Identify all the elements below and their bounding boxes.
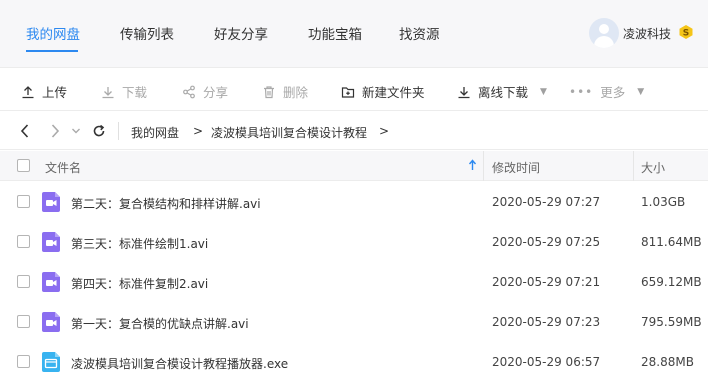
tab-my-drive[interactable]: 我的网盘 <box>26 23 80 43</box>
offline-download-icon <box>458 86 470 98</box>
table-header: 文件名 修改时间 大小 <box>0 151 708 181</box>
more-button[interactable]: ••• 更多 ▼ <box>569 82 644 101</box>
forward-icon[interactable] <box>50 123 60 139</box>
video-file-icon <box>42 272 60 292</box>
delete-button[interactable]: 删除 <box>262 82 308 101</box>
sort-ascending-icon[interactable] <box>468 159 477 171</box>
table-row[interactable]: 第四天：标准件复制2.avi 2020-05-29 07:21 659.12MB <box>0 262 708 302</box>
divider <box>118 122 119 140</box>
active-tab-indicator <box>26 50 78 52</box>
top-nav: 我的网盘 传输列表 好友分享 功能宝箱 找资源 凌波科技 S <box>0 0 708 68</box>
back-icon[interactable] <box>20 123 30 139</box>
table-row[interactable]: 第二天：复合模结构和排样讲解.avi 2020-05-29 07:27 1.03… <box>0 182 708 222</box>
refresh-icon[interactable] <box>92 123 106 139</box>
file-size: 795.59MB <box>641 315 702 329</box>
tab-find-resources[interactable]: 找资源 <box>399 23 440 43</box>
breadcrumb-item-my-drive[interactable]: 我的网盘 <box>131 124 179 141</box>
new-folder-icon <box>341 86 355 98</box>
file-name[interactable]: 第二天：复合模结构和排样讲解.avi <box>71 195 261 212</box>
breadcrumb-item-current-folder[interactable]: 凌波模具培训复合模设计教程 <box>211 124 367 141</box>
breadcrumb: 我的网盘 > 凌波模具培训复合模设计教程 > <box>0 112 708 150</box>
file-name[interactable]: 第四天：标准件复制2.avi <box>71 275 208 292</box>
upload-icon <box>22 85 34 98</box>
file-name[interactable]: 第三天：标准件绘制1.avi <box>71 235 208 252</box>
svg-text:S: S <box>683 29 689 39</box>
table-row[interactable]: 第一天：复合模的优缺点讲解.avi 2020-05-29 07:23 795.5… <box>0 302 708 342</box>
download-icon <box>102 86 114 98</box>
row-checkbox[interactable] <box>17 275 30 288</box>
breadcrumb-separator: > <box>193 124 204 138</box>
file-size: 811.64MB <box>641 235 702 249</box>
chevron-down-icon[interactable]: ▼ <box>540 87 547 97</box>
share-button[interactable]: 分享 <box>182 82 228 101</box>
select-all-checkbox[interactable] <box>17 159 30 172</box>
file-modified: 2020-05-29 07:23 <box>492 315 601 329</box>
file-modified: 2020-05-29 07:25 <box>492 235 601 249</box>
video-file-icon <box>42 312 60 332</box>
video-file-icon <box>42 192 60 212</box>
file-size: 659.12MB <box>641 275 702 289</box>
new-folder-button[interactable]: 新建文件夹 <box>341 82 425 101</box>
column-header-size[interactable]: 大小 <box>641 159 665 176</box>
trash-icon <box>264 85 274 98</box>
row-checkbox[interactable] <box>17 235 30 248</box>
chevron-down-icon[interactable]: ▼ <box>637 87 644 97</box>
offline-download-button[interactable]: 离线下载 ▼ <box>457 82 547 101</box>
column-header-name[interactable]: 文件名 <box>45 159 81 176</box>
column-divider <box>633 151 634 181</box>
table-row[interactable]: 凌波模具培训复合模设计教程播放器.exe 2020-05-29 06:57 28… <box>0 342 708 382</box>
file-size: 28.88MB <box>641 355 694 369</box>
avatar[interactable] <box>589 18 619 48</box>
tab-transfer-list[interactable]: 传输列表 <box>120 23 174 43</box>
vip-badge-icon: S <box>679 25 693 39</box>
tab-friend-share[interactable]: 好友分享 <box>214 23 268 43</box>
breadcrumb-separator: > <box>379 124 390 138</box>
username[interactable]: 凌波科技 <box>623 25 671 42</box>
toolbar: 上传 下载 分享 删除 新建文件夹 离线下载 ▼ ••• 更多 ▼ <box>0 69 708 111</box>
exe-file-icon <box>42 352 60 372</box>
file-name[interactable]: 第一天：复合模的优缺点讲解.avi <box>71 315 249 332</box>
table-row[interactable]: 第三天：标准件绘制1.avi 2020-05-29 07:25 811.64MB <box>0 222 708 262</box>
file-size: 1.03GB <box>641 195 686 209</box>
video-file-icon <box>42 232 60 252</box>
dropdown-icon[interactable] <box>71 123 81 139</box>
column-divider <box>483 151 484 181</box>
column-header-modified[interactable]: 修改时间 <box>492 159 540 176</box>
file-name[interactable]: 凌波模具培训复合模设计教程播放器.exe <box>71 355 288 372</box>
tab-toolbox[interactable]: 功能宝箱 <box>308 23 362 43</box>
upload-button[interactable]: 上传 <box>21 82 67 101</box>
more-dots-icon: ••• <box>569 84 594 99</box>
file-modified: 2020-05-29 07:21 <box>492 275 601 289</box>
file-modified: 2020-05-29 06:57 <box>492 355 601 369</box>
row-checkbox[interactable] <box>17 195 30 208</box>
file-modified: 2020-05-29 07:27 <box>492 195 601 209</box>
download-button[interactable]: 下载 <box>101 82 147 101</box>
row-checkbox[interactable] <box>17 355 30 368</box>
share-icon <box>183 85 195 98</box>
row-checkbox[interactable] <box>17 315 30 328</box>
